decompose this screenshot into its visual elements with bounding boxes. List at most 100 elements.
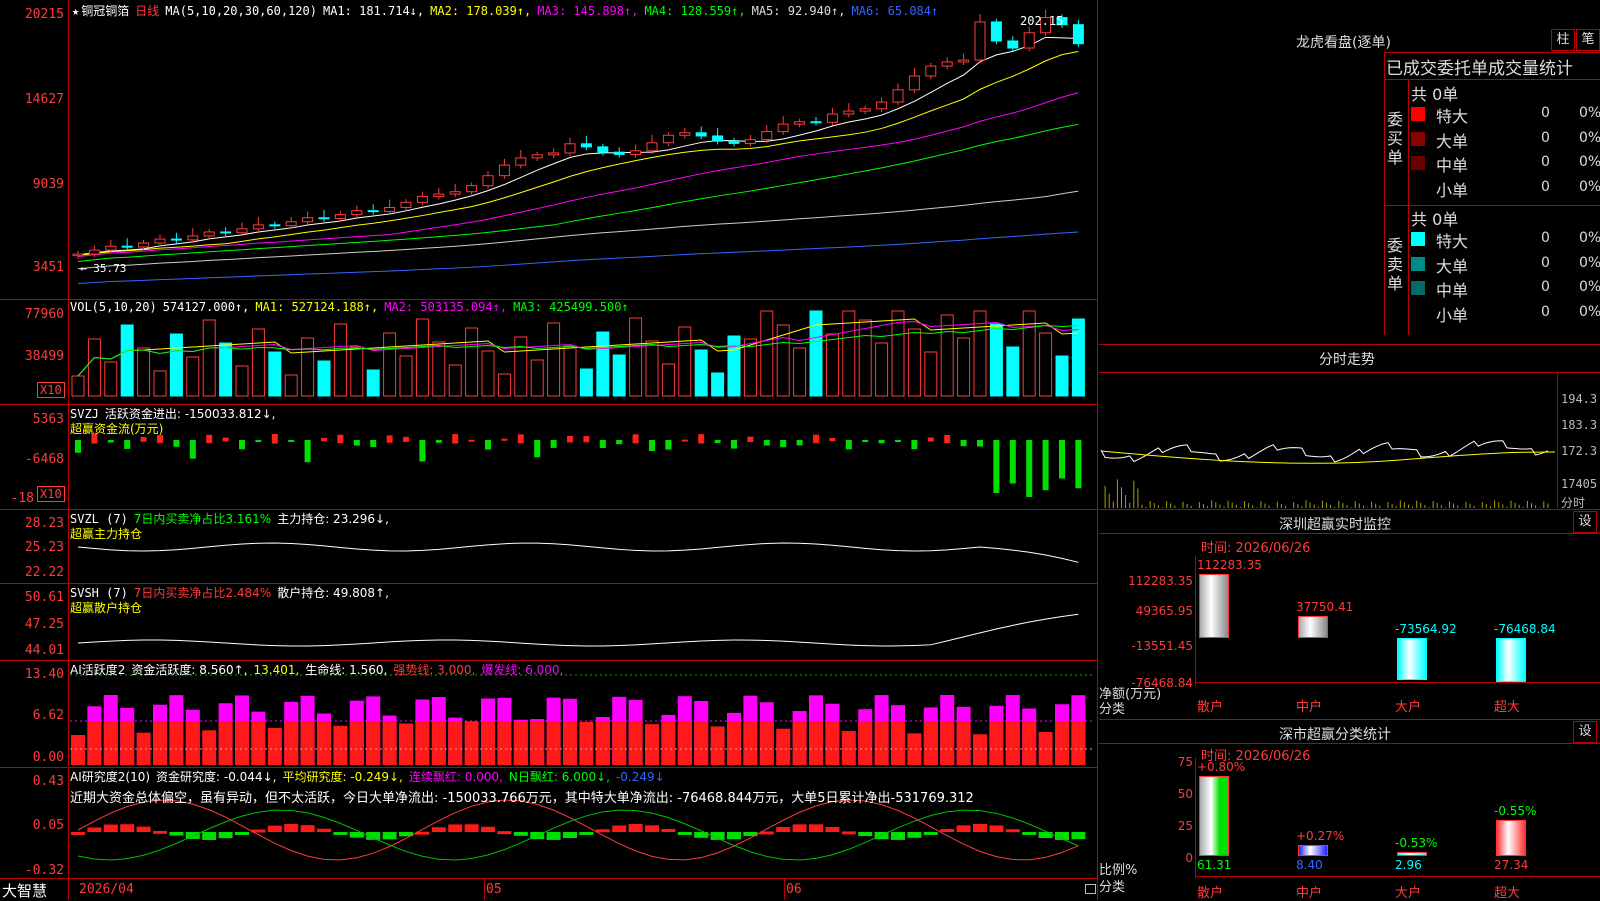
fund-flow-bar: [124, 440, 131, 449]
candle-body: [908, 75, 920, 91]
intraday-label: 172.3: [1561, 444, 1598, 458]
vol-header: VOL(5,10,20) 574127.000↑, MA1: 527124.188↑…: [70, 300, 635, 314]
fund-flow-bar: [75, 440, 81, 453]
activity-bar-base: [251, 721, 266, 765]
fund-flow-bar: [632, 434, 639, 444]
volume-bar: [1055, 355, 1069, 397]
fund-flow-bar: [271, 434, 278, 444]
volume-bar: [875, 342, 889, 397]
ai-active-life: 生命线: 1.560,: [305, 663, 388, 677]
lock-icon[interactable]: [1085, 884, 1096, 894]
sz-monitor-chart-bar[interactable]: [1199, 573, 1229, 638]
research-bar: [595, 829, 610, 833]
candle-body: [285, 221, 297, 227]
sz-category-chart-ratio-label: 27.34: [1494, 858, 1529, 872]
volume-bar: [1039, 332, 1053, 397]
sz-monitor-chart-bar[interactable]: [1496, 638, 1526, 682]
sz-category-chart-baseline: [1195, 876, 1600, 877]
high-price-mark: 202.15: [1020, 14, 1064, 28]
ai-research-avg: 平均研究度: -0.249↓,: [282, 770, 403, 784]
right-panel: 龙虎看盘(逐单) 柱 笔 已成交委托单成交量统计 委买单 委卖单 共 0单 特大…: [1099, 0, 1600, 901]
activity-bar-base: [1055, 721, 1069, 765]
ai-active-fund: 资金活跃度: 8.560↑,: [131, 663, 248, 677]
ai-research-fund: 资金研究度: -0.044↓,: [156, 770, 277, 784]
favorite-star-icon[interactable]: ★: [72, 4, 79, 18]
activity-bar-base: [891, 721, 905, 765]
research-bar: [956, 825, 971, 832]
sz-monitor-chart-baseline: [1195, 682, 1600, 683]
volume-bar: [137, 347, 151, 397]
volume-bar: [514, 336, 528, 397]
activity-bar: [464, 721, 479, 765]
sz-monitor-chart-bar[interactable]: [1298, 616, 1328, 638]
fund-flow-bar: [649, 440, 655, 451]
candle-body: [1007, 40, 1019, 49]
research-bar: [218, 832, 233, 839]
activity-bar-base: [628, 721, 643, 765]
candle-body: [138, 242, 150, 248]
chart-area[interactable]: 20215 14627 9039 3451 77960 38499 X10 53…: [0, 0, 1099, 900]
sz-monitor-chart-bar[interactable]: [1397, 638, 1427, 680]
candle-body: [662, 134, 674, 144]
volume-bar: [743, 338, 757, 397]
activity-bar-base: [448, 721, 463, 765]
sz-category-chart-bar[interactable]: [1298, 845, 1328, 856]
research-bar: [284, 824, 299, 832]
activity-bar: [202, 730, 217, 765]
research-bar: [563, 832, 577, 839]
volume-bar: [1006, 346, 1020, 397]
research-bar: [481, 826, 495, 832]
sz-category-settings-button[interactable]: 设: [1573, 721, 1597, 743]
ma-line: [77, 51, 1079, 256]
candle-body: [367, 210, 379, 213]
research-bar: [809, 824, 823, 832]
candle-body: [761, 131, 773, 141]
sz-monitor-settings-button[interactable]: 设: [1573, 511, 1597, 533]
volume-bar: [219, 342, 233, 397]
svsh-hold: 散户持仓: 49.808↑,: [277, 586, 389, 600]
research-bar: [103, 824, 118, 832]
volume-bar: [366, 369, 380, 397]
sz-category-chart-ratio-label: 61.31: [1197, 858, 1232, 872]
ai-research-label: AI研究度2(10): [70, 770, 151, 784]
sz-category-chart-bar[interactable]: [1199, 775, 1229, 856]
fund-flow-bar: [599, 440, 606, 449]
sz-category-chart-category-label: 中户: [1296, 886, 1323, 901]
volume-bar: [678, 326, 692, 397]
fund-flow-bar: [911, 440, 918, 450]
sz-category-chart-value-label: -0.53%: [1395, 836, 1438, 851]
intraday-label: 183.3: [1561, 418, 1598, 432]
sz-category-chart-bar[interactable]: [1397, 852, 1427, 856]
volume-bar: [415, 318, 429, 397]
research-bar: [546, 832, 561, 840]
volume-bar: [579, 368, 593, 397]
divider: [1099, 533, 1600, 534]
volume-bar: [596, 331, 610, 397]
sz-category-chart-bar[interactable]: [1496, 820, 1526, 856]
activity-bar-base: [317, 721, 331, 765]
activity-bar-base: [727, 721, 741, 765]
ai-active-v2: 13.401,: [253, 663, 300, 677]
research-bar: [645, 825, 659, 832]
research-bar: [136, 826, 151, 832]
research-bar: [891, 832, 905, 840]
period-label[interactable]: 日线: [135, 4, 159, 18]
activity-bar: [776, 728, 791, 765]
main-holding-line: [77, 542, 1079, 563]
svsh-ratio: 7日内买卖净占比2.484%: [133, 586, 272, 600]
volume-bar: [645, 340, 659, 397]
candle-body: [679, 132, 691, 136]
candle-body: [794, 121, 806, 125]
fund-flow-bar: [895, 440, 901, 442]
candle-body: [859, 108, 871, 112]
research-bar: [677, 832, 692, 835]
candle-body: [892, 89, 904, 103]
candle-body: [630, 150, 642, 155]
research-bar: [825, 827, 840, 832]
volume-bar: [317, 360, 331, 397]
kline-chart-canvas[interactable]: [0, 0, 1099, 900]
candle-body: [744, 139, 756, 144]
candle-body: [564, 143, 576, 154]
activity-bar-base: [743, 721, 758, 765]
fund-flow-bar: [763, 440, 770, 446]
